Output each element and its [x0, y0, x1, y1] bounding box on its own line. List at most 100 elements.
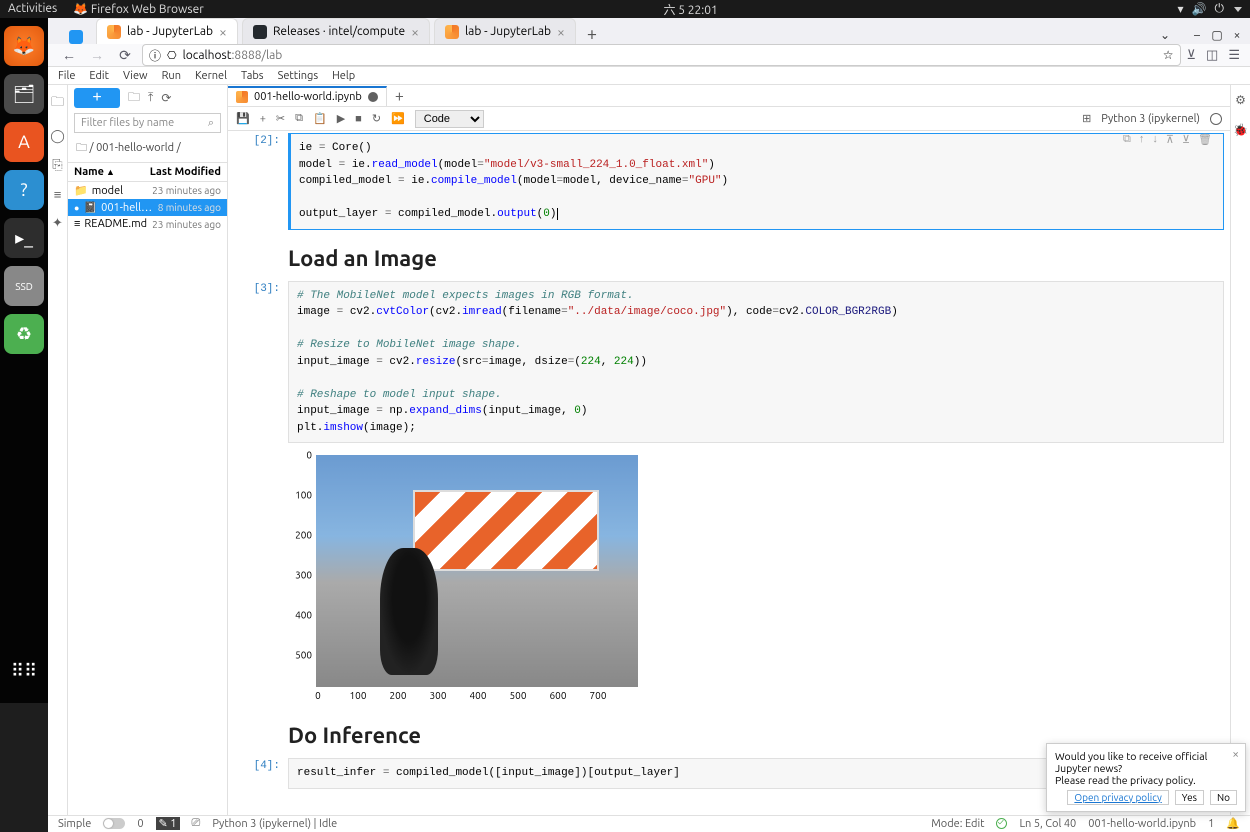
dock-files-icon[interactable]: 🗂 [4, 74, 44, 114]
run-all-icon[interactable]: ⏩ [391, 112, 405, 125]
terminal-status-icon[interactable]: ⎚ [192, 817, 201, 830]
tabs-overflow-icon[interactable]: ⌄ [1156, 26, 1174, 44]
code-editor[interactable]: # The MobileNet model expects images in … [288, 281, 1224, 444]
app-indicator[interactable]: 🦊 Firefox Web Browser [73, 2, 204, 16]
ipywidget-icon[interactable]: ⊞ [1082, 112, 1091, 125]
file-list-header[interactable]: Name▲ Last Modified [68, 162, 227, 182]
notebook-cells[interactable]: ⧉ ↑ ↓ ⊼ ⊻ 🗑 [2]: ie = Core() model = ie.… [228, 131, 1230, 815]
tab-close-icon[interactable]: × [557, 24, 565, 40]
refresh-icon[interactable]: ⟳ [161, 91, 171, 105]
cell-delete-icon[interactable]: 🗑 [1198, 133, 1212, 146]
dock-software-icon[interactable]: A [4, 122, 44, 162]
dock-apps-grid-icon[interactable]: ⠿⠿ [4, 651, 44, 691]
cell-duplicate-icon[interactable]: ⧉ [1123, 133, 1131, 146]
add-cell-icon[interactable]: + [260, 113, 266, 125]
extensions-icon[interactable]: ✦ [52, 216, 63, 231]
file-filter-input[interactable]: Filter files by name⌕ [74, 113, 221, 133]
code-editor[interactable]: ie = Core() model = ie.read_model(model=… [288, 133, 1224, 230]
cut-icon[interactable]: ✂ [276, 112, 285, 125]
wifi-icon[interactable]: ▾ [1178, 2, 1184, 16]
bookmark-star-icon[interactable]: ☆ [1163, 48, 1174, 62]
nav-back-button[interactable]: ← [58, 44, 80, 66]
activities-button[interactable]: Activities [8, 2, 57, 16]
stop-icon[interactable]: ■ [355, 113, 362, 125]
tab-label: lab - JupyterLab [127, 25, 213, 38]
tab-close-icon[interactable]: × [411, 24, 419, 40]
kernel-status[interactable]: Python 3 (ipykernel) | Idle [212, 818, 337, 830]
browser-tab-3[interactable]: lab - JupyterLab× [434, 18, 576, 44]
privacy-link[interactable]: Open privacy policy [1067, 790, 1168, 805]
new-tab-button[interactable]: + [580, 24, 604, 44]
notebook-tab[interactable]: 001-hello-world.ipynb [228, 86, 387, 106]
identity-info-icon[interactable]: ⓘ [149, 47, 161, 64]
run-icon[interactable]: ▶ [337, 112, 345, 125]
new-launcher-button[interactable]: + [74, 88, 120, 108]
dock-trash-icon[interactable]: ♻ [4, 314, 44, 354]
cell-insert-above-icon[interactable]: ⊼ [1166, 133, 1174, 146]
browser-tab-1[interactable]: lab - JupyterLab × [96, 18, 238, 44]
copy-icon[interactable]: ⧉ [295, 112, 303, 125]
firefox-view-icon[interactable] [69, 30, 83, 44]
menu-help[interactable]: Help [332, 70, 355, 82]
notebook-tab-label: 001-hello-world.ipynb [254, 91, 362, 103]
trust-check-icon[interactable] [996, 818, 1007, 829]
kernel-name[interactable]: Python 3 (ipykernel) [1101, 113, 1200, 125]
toc-icon[interactable]: ≡ [54, 187, 62, 202]
new-folder-icon[interactable]: 🗀 [128, 88, 140, 109]
notif-no-button[interactable]: No [1210, 790, 1237, 805]
menu-settings[interactable]: Settings [278, 70, 319, 82]
save-icon[interactable]: 💾 [236, 112, 250, 125]
paste-icon[interactable]: 📋 [313, 112, 327, 125]
cell-type-select[interactable]: Code [415, 110, 484, 128]
new-launcher-tab-button[interactable]: + [387, 87, 412, 105]
dock-firefox-icon[interactable]: 🦊 [4, 26, 44, 66]
hamburger-menu-icon[interactable]: ☰ [1228, 48, 1240, 63]
pocket-icon[interactable]: ⊻ [1187, 48, 1197, 63]
code-cell[interactable]: [2]: ie = Core() model = ie.read_model(m… [234, 133, 1224, 230]
folder-icon[interactable]: 🗀 [51, 93, 64, 115]
nav-forward-button[interactable]: → [86, 44, 108, 66]
menu-file[interactable]: File [58, 70, 75, 82]
system-menu-icon[interactable] [1234, 7, 1242, 12]
window-minimize-button[interactable]: – [1188, 26, 1206, 44]
file-row[interactable]: ●📓001-hello-...8 minutes ago [68, 199, 227, 216]
file-row[interactable]: 📁model23 minutes ago [68, 182, 227, 199]
cell-move-up-icon[interactable]: ↑ [1139, 133, 1145, 146]
menu-kernel[interactable]: Kernel [195, 70, 227, 82]
notification-bell-icon[interactable]: 🔔 [1226, 817, 1240, 830]
cell-move-down-icon[interactable]: ↓ [1152, 133, 1158, 146]
menu-run[interactable]: Run [162, 70, 181, 82]
extensions-icon[interactable]: ◫ [1206, 48, 1218, 63]
power-icon[interactable]: ⏻ [1215, 2, 1225, 16]
simple-mode-toggle[interactable] [103, 818, 125, 829]
property-inspector-icon[interactable]: ⚙ [1235, 93, 1246, 107]
running-kernels-icon[interactable]: ◯ [50, 129, 65, 144]
volume-icon[interactable]: 🔊 [1192, 2, 1207, 16]
dock-help-icon[interactable]: ? [4, 170, 44, 210]
menu-view[interactable]: View [123, 70, 148, 82]
menu-tabs[interactable]: Tabs [241, 70, 264, 82]
notif-close-icon[interactable]: × [1232, 748, 1239, 761]
cell-insert-below-icon[interactable]: ⊻ [1182, 133, 1190, 146]
upload-icon[interactable]: ⤒ [148, 91, 153, 105]
tab-close-icon[interactable]: × [219, 24, 227, 40]
window-maximize-button[interactable]: ▢ [1208, 26, 1226, 44]
notif-yes-button[interactable]: Yes [1175, 790, 1204, 805]
debugger-icon[interactable]: 🐞 [1233, 123, 1248, 137]
menu-edit[interactable]: Edit [89, 70, 109, 82]
window-close-button[interactable]: × [1228, 26, 1246, 44]
code-cell[interactable]: [3]: # The MobileNet model expects image… [234, 281, 1224, 444]
browser-tab-2[interactable]: Releases · intel/compute× [242, 18, 430, 44]
restart-icon[interactable]: ↻ [372, 112, 381, 125]
markdown-cell[interactable]: Load an Image [234, 236, 1224, 275]
file-row[interactable]: ≡README.md23 minutes ago [68, 216, 227, 232]
nav-reload-button[interactable]: ⟳ [114, 44, 136, 66]
dock-terminal-icon[interactable]: ▸_ [4, 218, 44, 258]
dock-ssd-icon[interactable]: SSD [4, 266, 44, 306]
y-tick: 500 [295, 650, 312, 661]
breadcrumb[interactable]: 🗀 / 001-hello-world / [68, 135, 227, 162]
clock[interactable]: 六 5 22:01 [204, 1, 1178, 18]
kernel-status-icon[interactable] [1210, 113, 1222, 125]
url-bar[interactable]: ⓘ ⎔ localhost:8888/lab ☆ [142, 44, 1181, 66]
commands-icon[interactable]: ⎘ [52, 158, 62, 173]
